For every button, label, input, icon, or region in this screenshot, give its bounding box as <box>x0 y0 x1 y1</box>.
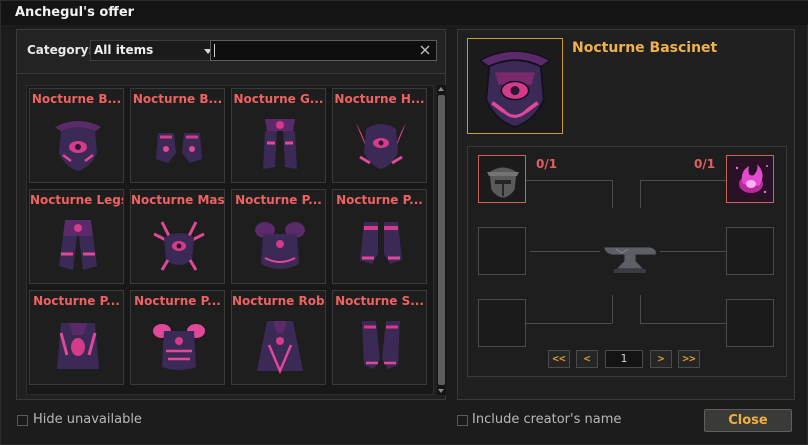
legs-icon <box>59 220 97 270</box>
item-name: Nocturne Legs <box>30 193 123 207</box>
recipe-panel: Nocturne Bascinet 0/1 0/1 << < 1 > >> <box>457 29 795 400</box>
robe-icon <box>257 321 303 375</box>
item-cell[interactable]: Nocturne P... <box>29 290 124 385</box>
wire <box>640 323 726 324</box>
sabatons-icon <box>362 321 400 369</box>
scroll-thumb[interactable] <box>438 95 445 385</box>
item-name: Nocturne P... <box>134 294 221 308</box>
category-label: Category: <box>27 43 94 57</box>
item-cell[interactable]: Nocturne B... <box>130 88 225 183</box>
wire <box>612 180 613 208</box>
item-cell[interactable]: Nocturne H... <box>332 88 427 183</box>
wire <box>530 251 600 252</box>
last-page-button[interactable]: >> <box>678 350 700 368</box>
hide-unavailable-label: Hide unavailable <box>33 412 142 427</box>
wire <box>640 295 641 323</box>
wire <box>640 180 726 181</box>
item-name: Nocturne P... <box>235 193 322 207</box>
recipe-area: 0/1 0/1 << < 1 > >> <box>467 146 787 377</box>
item-name: Nocturne Robe <box>232 294 325 308</box>
item-name: Nocturne B... <box>31 92 122 106</box>
filter-bar: Category: All items <box>17 30 445 74</box>
boots-icon <box>156 133 202 163</box>
item-cell[interactable]: Nocturne Mask <box>130 189 225 284</box>
page-number-input[interactable]: 1 <box>605 350 643 368</box>
item-cell[interactable]: Nocturne Legs <box>29 189 124 284</box>
magic-flame-icon <box>729 158 773 202</box>
item-name: Nocturne Mask <box>131 193 224 207</box>
ingredient-count-1: 0/1 <box>536 157 558 171</box>
scroll-up-icon[interactable] <box>438 87 444 91</box>
ingredient-count-2: 0/1 <box>694 157 716 171</box>
item-name: Nocturne P... <box>336 193 423 207</box>
hide-unavailable-checkbox[interactable] <box>17 415 28 426</box>
wire <box>526 180 612 181</box>
ingredient-slot-4[interactable] <box>726 227 774 275</box>
chestplate-icon <box>153 324 205 370</box>
item-name: Nocturne B... <box>132 92 223 106</box>
item-name: Nocturne P... <box>33 294 120 308</box>
ingredient-slot-6[interactable] <box>726 299 774 347</box>
pauldrons-icon <box>255 222 305 269</box>
ingredient-slot-5[interactable] <box>478 299 526 347</box>
window-title: Anchegul's offer <box>15 5 135 20</box>
item-cell[interactable]: Nocturne Robe <box>231 290 326 385</box>
jerkin-icon <box>57 323 99 369</box>
bascinet-icon <box>55 121 101 171</box>
title-bar: Anchegul's offer <box>1 1 808 25</box>
next-page-button[interactable]: > <box>650 350 672 368</box>
item-name: Nocturne S... <box>335 294 424 308</box>
category-value: All items <box>94 43 154 57</box>
item-grid: Nocturne B... Nocturne B... Nocturne G... N… <box>26 85 434 395</box>
scrollbar[interactable] <box>437 85 446 395</box>
mask-icon <box>153 221 205 271</box>
selected-item-name: Nocturne Bascinet <box>572 40 718 56</box>
search-input[interactable] <box>210 40 437 61</box>
first-page-button[interactable]: << <box>548 350 570 368</box>
include-creator-label: Include creator's name <box>472 412 622 427</box>
prev-page-button[interactable]: < <box>576 350 598 368</box>
scroll-down-icon[interactable] <box>438 389 444 393</box>
text-caret <box>214 44 215 57</box>
wire <box>640 180 641 208</box>
shoes-icon <box>360 222 402 264</box>
wire <box>612 295 613 323</box>
stone-helm-icon <box>487 166 519 199</box>
anvil-icon <box>603 246 657 273</box>
item-cell[interactable]: Nocturne B... <box>29 88 124 183</box>
item-cell[interactable]: Nocturne P... <box>332 189 427 284</box>
item-name: Nocturne H... <box>334 92 425 106</box>
item-cell[interactable]: Nocturne G... <box>231 88 326 183</box>
item-cell[interactable]: Nocturne S... <box>332 290 427 385</box>
close-icon[interactable] <box>418 43 432 57</box>
item-list-panel: Category: All items Nocturne B... Nocturn… <box>16 29 446 400</box>
include-creator-checkbox[interactable] <box>457 415 468 426</box>
category-dropdown[interactable]: All items <box>90 40 218 61</box>
close-button[interactable]: Close <box>704 409 792 432</box>
wire <box>660 251 726 252</box>
wire <box>526 323 612 324</box>
crafting-window: Anchegul's offer Category: All items Noc… <box>0 0 808 445</box>
ingredient-slot-2[interactable] <box>726 155 774 203</box>
ingredient-slot-1[interactable] <box>478 155 526 203</box>
item-cell[interactable]: Nocturne P... <box>231 189 326 284</box>
greaves-icon <box>263 119 297 169</box>
item-name: Nocturne G... <box>233 92 324 106</box>
item-cell[interactable]: Nocturne P... <box>130 290 225 385</box>
ingredient-slot-3[interactable] <box>478 227 526 275</box>
selected-item-icon <box>467 38 563 134</box>
helm-icon <box>356 123 406 169</box>
bascinet-icon <box>478 50 552 128</box>
